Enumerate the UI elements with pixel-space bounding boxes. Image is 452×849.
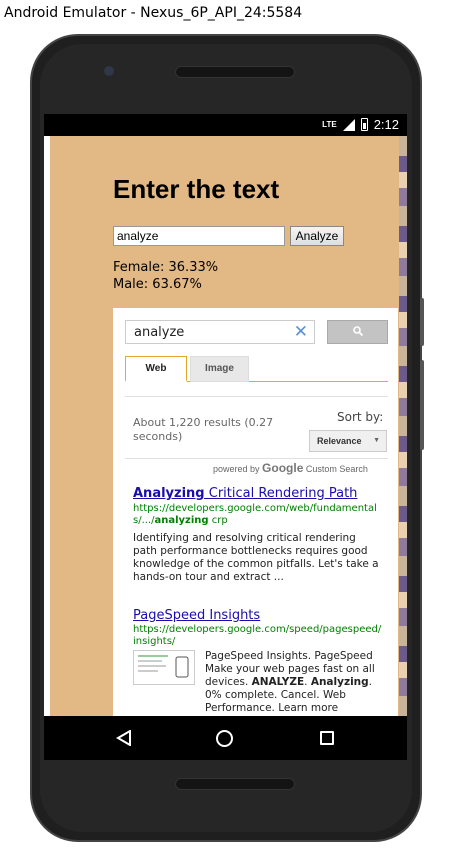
recents-icon[interactable] — [320, 731, 334, 745]
search-button[interactable] — [327, 320, 388, 344]
google-custom-search: analyze ✕ Web Image About 1,220 results … — [113, 308, 398, 716]
result-url-suffix: crp — [208, 515, 228, 526]
bottom-speaker — [175, 778, 295, 790]
lte-indicator: LTE — [322, 120, 337, 129]
app-panel: Enter the text Analyze Female: 36.33% Ma… — [50, 136, 399, 716]
powered-by-prefix: powered by — [213, 464, 260, 474]
search-icon — [353, 326, 363, 336]
window-title: Android Emulator - Nexus_6P_API_24:5584 — [4, 5, 303, 21]
page-title: Enter the text — [113, 174, 280, 204]
result-title-rest: Critical Rendering Path — [204, 486, 358, 501]
powered-by-suffix: Custom Search — [305, 464, 368, 474]
sort-by-label: Sort by: — [337, 410, 384, 424]
result-thumbnail[interactable] — [133, 650, 195, 685]
top-speaker — [175, 66, 295, 78]
result-url: https://developers.google.com/speed/page… — [133, 624, 382, 647]
powered-by: powered by Google Custom Search — [213, 461, 368, 475]
divider — [125, 396, 388, 397]
search-query: analyze — [134, 325, 185, 340]
text-input[interactable] — [113, 226, 285, 246]
result-title-link[interactable]: PageSpeed Insights — [133, 608, 260, 623]
analyze-button[interactable]: Analyze — [290, 226, 344, 246]
background-page-edge — [399, 136, 407, 716]
snippet-bold: ANALYZE — [251, 676, 305, 688]
front-camera — [104, 66, 114, 76]
tab-image[interactable]: Image — [190, 356, 249, 382]
battery-icon — [360, 118, 368, 131]
sort-select[interactable]: Relevance ▼ — [309, 430, 387, 452]
home-icon[interactable] — [216, 730, 233, 747]
result-snippet: Identifying and resolving critical rende… — [133, 532, 379, 583]
power-button[interactable] — [420, 298, 424, 346]
back-icon[interactable] — [116, 730, 132, 746]
caret-down-icon: ▼ — [373, 437, 380, 444]
signal-icon — [342, 118, 355, 131]
divider — [125, 458, 388, 459]
female-result: Female: 36.33% — [113, 260, 219, 275]
device-screen: LTE 2:12 Enter the text Analyze Female: … — [44, 114, 407, 760]
male-result: Male: 63.67% — [113, 277, 202, 292]
result-title-bold: Analyzing — [133, 486, 205, 501]
status-bar: LTE 2:12 — [44, 114, 407, 136]
tab-web[interactable]: Web — [125, 356, 187, 382]
result-title-link[interactable]: Analyzing Critical Rendering Path — [133, 486, 357, 501]
google-logo: Google — [262, 461, 304, 475]
volume-button[interactable] — [420, 360, 424, 450]
snippet-text: . — [304, 676, 311, 688]
sort-value: Relevance — [317, 436, 362, 446]
thumbnail-image — [138, 655, 189, 678]
search-input[interactable]: analyze ✕ — [125, 320, 315, 344]
result-snippet: PageSpeed Insights. PageSpeed Make your … — [205, 650, 377, 715]
result-url-bold: analyzing — [154, 515, 209, 526]
status-time: 2:12 — [373, 117, 399, 132]
result-url: https://developers.google.com/web/fundam… — [133, 503, 383, 527]
browser-content: Enter the text Analyze Female: 36.33% Ma… — [44, 136, 407, 716]
snippet-bold: Analyzing — [310, 676, 369, 688]
results-count: About 1,220 results (0.27 seconds) — [133, 416, 274, 443]
navigation-bar — [44, 716, 407, 760]
search-tabs: Web Image — [125, 356, 388, 382]
clear-icon[interactable]: ✕ — [294, 322, 308, 342]
